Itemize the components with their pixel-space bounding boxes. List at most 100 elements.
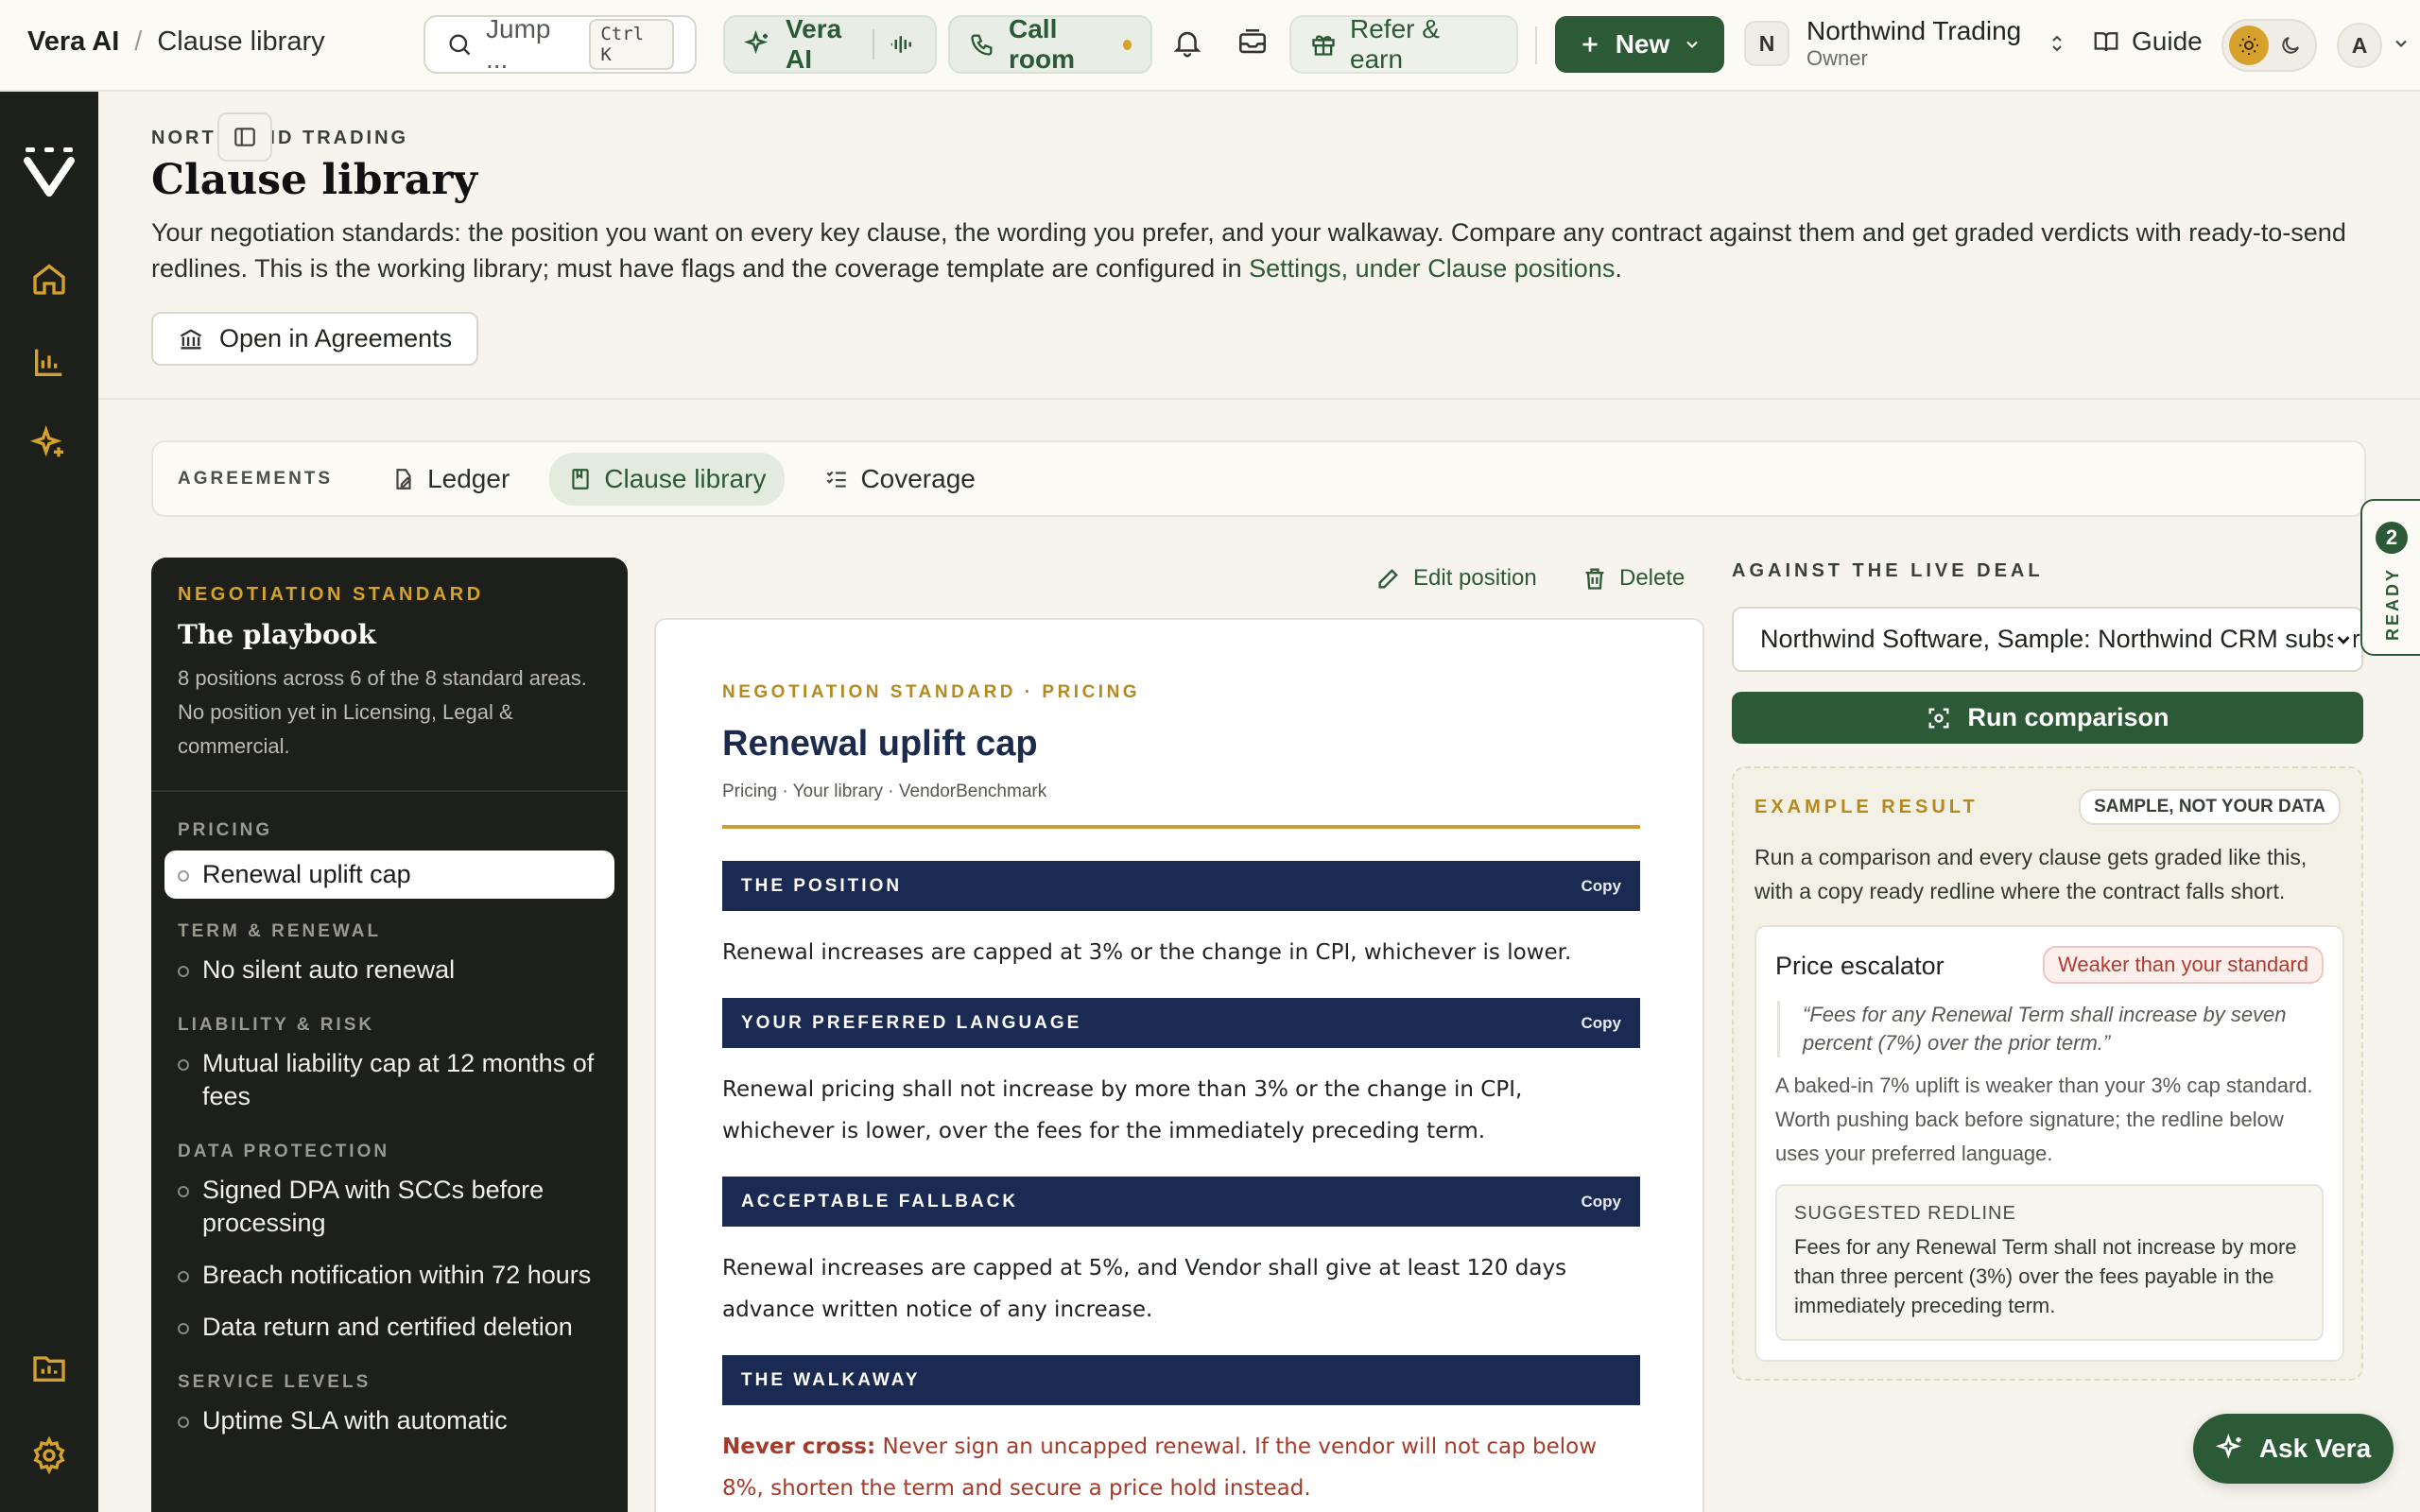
search-placeholder: Jump ... (486, 14, 551, 74)
moon-icon[interactable] (2279, 34, 2302, 57)
sparkle-icon (2215, 1434, 2246, 1464)
tab-coverage-label: Coverage (860, 463, 976, 493)
ask-vera-label: Ask Vera (2258, 1434, 2372, 1463)
search-input[interactable]: Jump ... Ctrl K (424, 14, 697, 74)
redline-text: Fees for any Renewal Term shall not incr… (1794, 1235, 2297, 1317)
playbook-item-no-silent-auto-renewal[interactable]: No silent auto renewal (151, 954, 628, 987)
left-rail (0, 92, 98, 1512)
section-fallback-header: ACCEPTABLE FALLBACK Copy (722, 1177, 1640, 1227)
tab-clause-library[interactable]: Clause library (549, 452, 786, 506)
sidebar-toggle-button[interactable] (217, 112, 272, 162)
page-header: NORTHWIND TRADING Clause library Your ne… (98, 92, 2420, 400)
circle-icon (178, 1271, 189, 1282)
bank-icon (178, 326, 204, 352)
section-heading: ACCEPTABLE FALLBACK (741, 1191, 1019, 1211)
refer-earn-button[interactable]: Refer & earn (1289, 14, 1518, 74)
org-avatar: N (1744, 21, 1789, 67)
section-preferred-language-header: YOUR PREFERRED LANGUAGE Copy (722, 998, 1640, 1048)
playbook-item-label: Data return and certified deletion (202, 1313, 573, 1341)
inbox-icon[interactable] (1236, 26, 1274, 64)
live-deal-select[interactable]: Northwind Software, Sample: Northwind CR… (1732, 607, 2363, 672)
open-in-agreements-label: Open in Agreements (219, 324, 453, 352)
document-meta: Pricing · Your library · VendorBenchmark (722, 782, 1047, 801)
vera-ai-label: Vera AI (786, 14, 842, 74)
breadcrumb-page: Clause library (157, 26, 325, 57)
vera-ai-button[interactable]: Vera AI (723, 14, 937, 74)
home-icon[interactable] (30, 260, 68, 298)
playbook-eyebrow: NEGOTIATION STANDARD (178, 584, 484, 605)
run-comparison-button[interactable]: Run comparison (1732, 692, 2363, 744)
org-info: Northwind Trading Owner (1806, 16, 2021, 71)
sparkle-icon[interactable] (30, 425, 68, 463)
scan-icon (1926, 705, 1952, 731)
trash-icon (1582, 565, 1608, 592)
chevron-down-icon (2333, 629, 2354, 650)
playbook-item-renewal-uplift-cap[interactable]: Renewal uplift cap (164, 850, 614, 899)
sparkle-icon (744, 30, 772, 59)
gift-icon (1310, 31, 1337, 58)
copy-button[interactable]: Copy (1582, 1014, 1622, 1033)
sample-badge: SAMPLE, NOT YOUR DATA (2079, 789, 2341, 825)
call-room-label: Call room (1009, 14, 1075, 74)
new-button[interactable]: New (1555, 16, 1724, 73)
refer-earn-label: Refer & earn (1350, 14, 1440, 74)
document-eyebrow: NEGOTIATION STANDARD · PRICING (722, 682, 1141, 702)
live-deal-selected: Northwind Software, Sample: Northwind CR… (1760, 625, 2363, 653)
voice-wave-icon[interactable] (888, 30, 916, 59)
vera-logo-icon[interactable] (22, 144, 77, 198)
section-preferred-language-body: Renewal pricing shall not increase by mo… (722, 1077, 1523, 1143)
playbook-item-data-return[interactable]: Data return and certified deletion (151, 1311, 628, 1344)
breadcrumb-app[interactable]: Vera AI (27, 26, 119, 58)
top-bar: Vera AI / Clause library Jump ... Ctrl K… (0, 0, 2420, 92)
playbook-title: The playbook (178, 619, 376, 650)
breadcrumb: Vera AI / Clause library (27, 26, 325, 58)
edit-position-button[interactable]: Edit position (1375, 565, 1537, 592)
playbook-item-label: Breach notification within 72 hours (202, 1261, 592, 1289)
playbook-item-signed-dpa[interactable]: Signed DPA with SCCs before processing (151, 1174, 628, 1240)
playbook-item-uptime-sla[interactable]: Uptime SLA with automatic (151, 1404, 628, 1437)
clause-document: NEGOTIATION STANDARD · PRICING Renewal u… (654, 618, 1704, 1512)
delete-button[interactable]: Delete (1582, 565, 1685, 592)
tab-coverage[interactable]: Coverage (805, 453, 994, 506)
call-room-button[interactable]: Call room (948, 14, 1152, 74)
pill-divider (873, 29, 874, 60)
sun-icon[interactable] (2229, 26, 2269, 65)
never-cross-label: Never cross: (722, 1435, 876, 1459)
edit-position-label: Edit position (1413, 565, 1537, 591)
folder-chart-icon[interactable] (30, 1349, 68, 1386)
settings-gear-icon[interactable] (30, 1436, 68, 1474)
toolbar-divider (1535, 26, 1537, 64)
theme-toggle[interactable] (2221, 19, 2317, 72)
call-status-dot (1122, 39, 1132, 50)
playbook-item-breach-notification[interactable]: Breach notification within 72 hours (151, 1259, 628, 1292)
delete-label: Delete (1619, 565, 1685, 591)
chevron-down-icon[interactable] (2392, 34, 2411, 53)
checklist-icon (824, 467, 849, 491)
clause-document-content: NEGOTIATION STANDARD · PRICING Renewal u… (722, 682, 1640, 1512)
tab-ledger[interactable]: Ledger (372, 453, 528, 506)
phone-icon (969, 31, 995, 58)
playbook-item-mutual-liability-cap[interactable]: Mutual liability cap at 12 months of fee… (151, 1047, 628, 1113)
org-switcher[interactable]: N Northwind Trading Owner (1744, 16, 2068, 71)
chevron-down-icon (1683, 35, 1702, 54)
ready-drawer-tab[interactable]: 2 READY (2360, 499, 2420, 656)
ready-label: READY (2383, 566, 2402, 641)
bell-icon[interactable] (1171, 26, 1209, 64)
section-position-header: THE POSITION Copy (722, 861, 1640, 911)
document-title: Renewal uplift cap (722, 724, 1038, 764)
breadcrumb-separator: / (134, 26, 143, 57)
ask-vera-button[interactable]: Ask Vera (2193, 1414, 2394, 1484)
open-in-agreements-button[interactable]: Open in Agreements (151, 312, 479, 366)
chevron-up-down-icon (2046, 32, 2068, 55)
guide-button[interactable]: Guide (2092, 26, 2203, 57)
copy-button[interactable]: Copy (1582, 877, 1622, 896)
redline-label: SUGGESTED REDLINE (1794, 1203, 2016, 1224)
copy-button[interactable]: Copy (1582, 1193, 1622, 1211)
section-position-body: Renewal increases are capped at 3% or th… (722, 940, 1572, 965)
settings-link[interactable]: Settings, under Clause positions (1249, 254, 1615, 283)
verdict-badge: Weaker than your standard (2043, 946, 2324, 984)
section-fallback-body: Renewal increases are capped at 5%, and … (722, 1256, 1567, 1322)
chart-icon[interactable] (30, 343, 68, 381)
user-avatar[interactable]: A (2337, 23, 2382, 68)
search-icon (446, 31, 473, 58)
